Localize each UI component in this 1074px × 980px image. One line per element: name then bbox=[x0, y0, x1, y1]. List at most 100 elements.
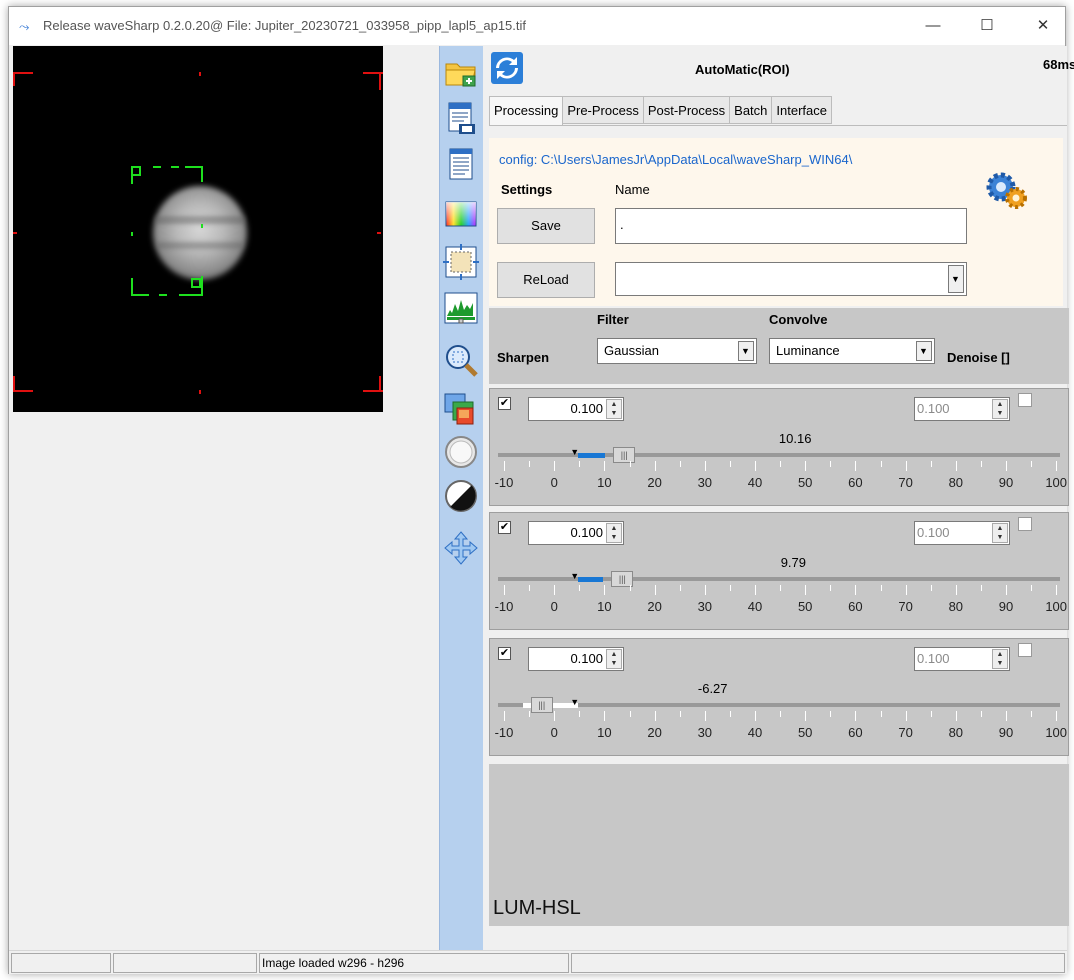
denoise-spinner[interactable]: 0.100 ▲ ▼ bbox=[914, 397, 1010, 421]
crop-roi-icon[interactable] bbox=[443, 244, 479, 280]
slider-tick bbox=[679, 711, 681, 717]
slider-tick bbox=[905, 585, 907, 595]
slider-tick bbox=[729, 585, 731, 591]
convolve-select[interactable]: Luminance bbox=[769, 338, 935, 364]
slider-tick bbox=[805, 461, 807, 471]
slider-tick bbox=[529, 711, 531, 717]
roi-corner bbox=[159, 294, 167, 296]
document-icon[interactable] bbox=[443, 146, 479, 182]
slider-tick bbox=[855, 461, 857, 471]
slider-tick bbox=[654, 461, 656, 471]
denoise-checkbox[interactable] bbox=[1018, 643, 1032, 657]
frame-marker bbox=[13, 72, 15, 86]
tab-bar: Processing Pre-Process Post-Process Batc… bbox=[489, 96, 832, 126]
slider-tick bbox=[604, 585, 606, 595]
slider-tick bbox=[629, 585, 631, 591]
save-button[interactable]: Save bbox=[497, 208, 595, 244]
denoise-spinner[interactable]: 0.100 ▲ ▼ bbox=[914, 647, 1010, 671]
gear-settings-icon[interactable] bbox=[985, 170, 1029, 210]
roi-corner bbox=[179, 294, 203, 296]
settings-reload-select[interactable] bbox=[615, 262, 967, 296]
slider-tick bbox=[1031, 461, 1033, 467]
tab-pre-process[interactable]: Pre-Process bbox=[562, 96, 644, 124]
denoise-value: 0.100 bbox=[917, 401, 950, 416]
layer-checkbox[interactable]: ✔ bbox=[498, 521, 511, 534]
slider-tick bbox=[805, 711, 807, 721]
layer-checkbox[interactable]: ✔ bbox=[498, 397, 511, 410]
slider-tick bbox=[1006, 711, 1007, 721]
minimize-button[interactable]: — bbox=[911, 13, 955, 39]
image-preview[interactable] bbox=[13, 46, 383, 412]
histogram-icon[interactable] bbox=[443, 290, 479, 326]
denoise-label: Denoise [] bbox=[947, 350, 1010, 365]
chevron-down-icon[interactable] bbox=[738, 341, 754, 361]
slider-ticks bbox=[490, 585, 1068, 597]
slider-track[interactable] bbox=[498, 703, 1060, 707]
slider-tick bbox=[880, 585, 882, 591]
scale-label: -10 bbox=[494, 599, 514, 614]
contrast-icon[interactable] bbox=[443, 478, 479, 514]
frame-marker bbox=[379, 72, 381, 90]
move-arrows-icon[interactable] bbox=[443, 530, 479, 566]
spinner-arrows-icon[interactable]: ▲ ▼ bbox=[992, 523, 1008, 543]
slider-zero-marker-icon: ▼ bbox=[570, 571, 580, 581]
settings-name-input[interactable]: . bbox=[615, 208, 967, 244]
frame-marker bbox=[13, 232, 17, 234]
denoise-spinner[interactable]: 0.100 ▲ ▼ bbox=[914, 521, 1010, 545]
layer-checkbox[interactable]: ✔ bbox=[498, 647, 511, 660]
scale-label: 0 bbox=[550, 475, 558, 490]
reload-button[interactable]: ReLoad bbox=[497, 262, 595, 298]
layer-amount-spinner[interactable]: 0.100 ▲ ▼ bbox=[528, 647, 624, 671]
refresh-icon[interactable] bbox=[491, 52, 523, 84]
spinner-arrows-icon[interactable]: ▲ ▼ bbox=[992, 649, 1008, 669]
close-button[interactable]: ✕ bbox=[1021, 13, 1065, 39]
filter-select[interactable]: Gaussian bbox=[597, 338, 757, 364]
slider-tick bbox=[654, 585, 656, 595]
slider-tick bbox=[780, 461, 782, 467]
scale-label: 100 bbox=[1045, 725, 1068, 740]
sharpen-layer-2: ✔ 0.100 ▲ ▼ 0.100 ▲ ▼ 9.79 ▼ ||| -10 0 10 20 30 40 50 60 7… bbox=[489, 512, 1069, 630]
maximize-button[interactable]: ☐ bbox=[965, 13, 1009, 39]
slider-fill bbox=[578, 577, 604, 582]
slider-tick bbox=[930, 461, 932, 467]
save-file-icon[interactable] bbox=[443, 100, 479, 136]
settings-section: config: C:\Users\JamesJr\AppData\Local\w… bbox=[489, 138, 1063, 306]
tab-batch[interactable]: Batch bbox=[729, 96, 773, 124]
open-folder-icon[interactable] bbox=[443, 54, 479, 90]
spinner-arrows-icon[interactable]: ▲ ▼ bbox=[606, 523, 622, 543]
chevron-down-icon[interactable] bbox=[948, 265, 964, 293]
denoise-checkbox[interactable] bbox=[1018, 517, 1032, 531]
config-path-link[interactable]: config: C:\Users\JamesJr\AppData\Local\w… bbox=[499, 152, 852, 167]
slider-tick bbox=[1056, 585, 1058, 595]
mode-title: AutoMatic(ROI) bbox=[695, 62, 790, 77]
layer-amount-value: 0.100 bbox=[570, 401, 603, 416]
timing-readout: 68ms bbox=[1043, 57, 1074, 72]
circle-icon[interactable] bbox=[443, 434, 479, 470]
slider-value: 10.16 bbox=[778, 431, 812, 446]
scale-label: 40 bbox=[747, 475, 763, 490]
slider-tick bbox=[855, 585, 857, 595]
slider-tick bbox=[729, 461, 731, 467]
slider-tick bbox=[579, 461, 581, 467]
planet-image bbox=[153, 186, 247, 280]
spinner-arrows-icon[interactable]: ▲ ▼ bbox=[606, 399, 622, 419]
scale-label: 70 bbox=[898, 725, 913, 740]
scale-label: 80 bbox=[948, 475, 964, 490]
tab-interface[interactable]: Interface bbox=[771, 96, 832, 124]
scale-label: 90 bbox=[998, 725, 1014, 740]
layer-amount-spinner[interactable]: 0.100 ▲ ▼ bbox=[528, 521, 624, 545]
spinner-arrows-icon[interactable]: ▲ ▼ bbox=[606, 649, 622, 669]
denoise-checkbox[interactable] bbox=[1018, 393, 1032, 407]
slider-tick bbox=[830, 585, 832, 591]
tab-processing[interactable]: Processing bbox=[489, 96, 564, 126]
layer-amount-spinner[interactable]: 0.100 ▲ ▼ bbox=[528, 397, 624, 421]
color-spectrum-icon[interactable] bbox=[443, 196, 479, 232]
spinner-arrows-icon[interactable]: ▲ ▼ bbox=[992, 399, 1008, 419]
chevron-down-icon[interactable] bbox=[916, 341, 932, 361]
roi-handle[interactable] bbox=[191, 278, 201, 288]
zoom-icon[interactable] bbox=[443, 342, 479, 378]
scale-label: 90 bbox=[998, 599, 1014, 614]
layers-icon[interactable] bbox=[443, 392, 479, 428]
tab-post-process[interactable]: Post-Process bbox=[642, 96, 731, 124]
slider-tick bbox=[554, 461, 556, 471]
